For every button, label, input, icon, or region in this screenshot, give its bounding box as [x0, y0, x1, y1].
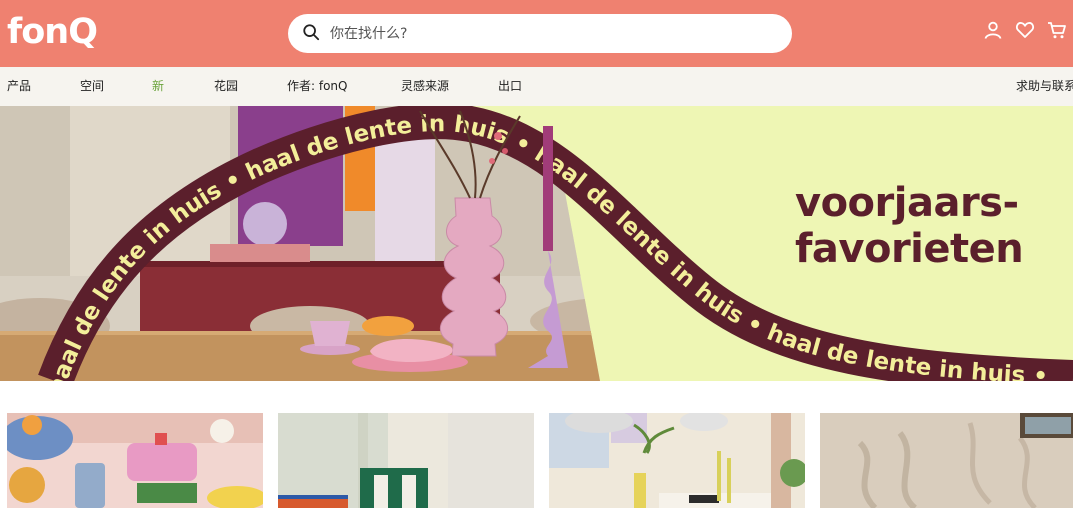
nav-item-outlet[interactable]: 出口 [498, 79, 522, 94]
category-tile-3[interactable] [549, 413, 805, 508]
search-icon[interactable] [302, 23, 320, 45]
cart-icon[interactable] [1047, 20, 1067, 42]
main-navigation: 产品 空间 新 花园 作者: fonQ 灵感来源 出口 求助与联系 [0, 67, 1073, 106]
tile-image-4 [820, 413, 1073, 508]
tile-image-1 [7, 413, 263, 508]
search-bar[interactable] [288, 14, 792, 53]
nav-item-help-contact[interactable]: 求助与联系 [1016, 79, 1073, 94]
hero-title-line2: favorieten [795, 226, 1024, 272]
heart-icon[interactable] [1015, 20, 1035, 42]
category-tile-2[interactable] [278, 413, 534, 508]
tile-image-3 [549, 413, 805, 508]
hero-title-line1: voorjaars- [795, 180, 1019, 226]
nav-item-new[interactable]: 新 [152, 79, 164, 94]
hero-banner[interactable]: haal de lente in huis • haal de lente in… [0, 106, 1073, 381]
nav-item-garden[interactable]: 花园 [214, 79, 238, 94]
header-actions [983, 20, 1067, 42]
tile-image-2 [278, 413, 534, 508]
fonq-logo[interactable]: fonQ [7, 10, 98, 54]
category-tile-1[interactable] [7, 413, 263, 508]
search-input[interactable] [330, 25, 770, 42]
nav-item-rooms[interactable]: 空间 [80, 79, 104, 94]
user-icon[interactable] [983, 20, 1003, 42]
hero-title: voorjaars- favorieten [795, 180, 1024, 272]
nav-item-products[interactable]: 产品 [7, 79, 31, 94]
nav-item-inspiration[interactable]: 灵感来源 [401, 79, 449, 94]
nav-item-by-fonq[interactable]: 作者: fonQ [287, 79, 347, 94]
site-header: fonQ [0, 0, 1073, 67]
category-tile-4[interactable] [820, 413, 1073, 508]
